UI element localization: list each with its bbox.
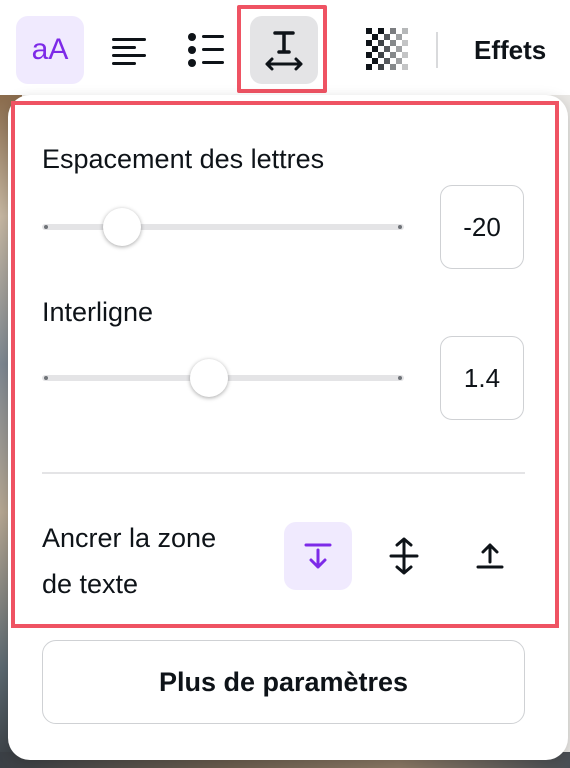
anchor-label-line2: de texte bbox=[42, 569, 139, 599]
effects-button[interactable]: Effets bbox=[474, 30, 546, 70]
toolbar-divider bbox=[436, 32, 438, 68]
font-size-label: aA bbox=[31, 33, 69, 66]
list-button[interactable] bbox=[172, 16, 240, 84]
letter-spacing-slider-thumb[interactable] bbox=[102, 208, 141, 246]
anchor-bottom-button[interactable] bbox=[456, 522, 524, 590]
slider-min-dot bbox=[44, 225, 48, 229]
line-height-label: Interligne bbox=[42, 297, 154, 327]
font-size-button[interactable]: aA bbox=[16, 16, 84, 84]
spacing-button[interactable] bbox=[250, 16, 318, 84]
align-left-button[interactable] bbox=[96, 16, 164, 84]
slider-min-dot bbox=[44, 376, 48, 380]
anchor-top-button[interactable] bbox=[284, 522, 352, 590]
letter-spacing-value-input[interactable]: -20 bbox=[440, 185, 524, 269]
anchor-middle-icon bbox=[389, 537, 419, 575]
line-height-slider-thumb[interactable] bbox=[189, 359, 228, 397]
anchor-top-icon bbox=[304, 543, 332, 569]
more-settings-button[interactable]: Plus de paramètres bbox=[42, 640, 525, 724]
text-toolbar: aA Effets bbox=[0, 0, 570, 95]
list-icon bbox=[188, 33, 224, 67]
transparency-icon bbox=[366, 28, 408, 70]
letter-spacing-slider[interactable] bbox=[42, 224, 404, 230]
transparency-button[interactable] bbox=[354, 16, 422, 84]
slider-max-dot bbox=[398, 225, 402, 229]
anchor-text-box-label: Ancrer la zone de texte bbox=[42, 515, 272, 607]
panel-divider bbox=[42, 472, 525, 474]
line-height-value-input[interactable]: 1.4 bbox=[440, 336, 524, 420]
letter-spacing-label: Espacement des lettres bbox=[42, 144, 325, 174]
align-left-icon bbox=[112, 38, 146, 65]
slider-max-dot bbox=[398, 376, 402, 380]
spacing-icon bbox=[265, 31, 303, 71]
anchor-middle-button[interactable] bbox=[370, 522, 438, 590]
anchor-label-line1: Ancrer la zone bbox=[42, 523, 217, 553]
anchor-bottom-icon bbox=[476, 543, 504, 569]
